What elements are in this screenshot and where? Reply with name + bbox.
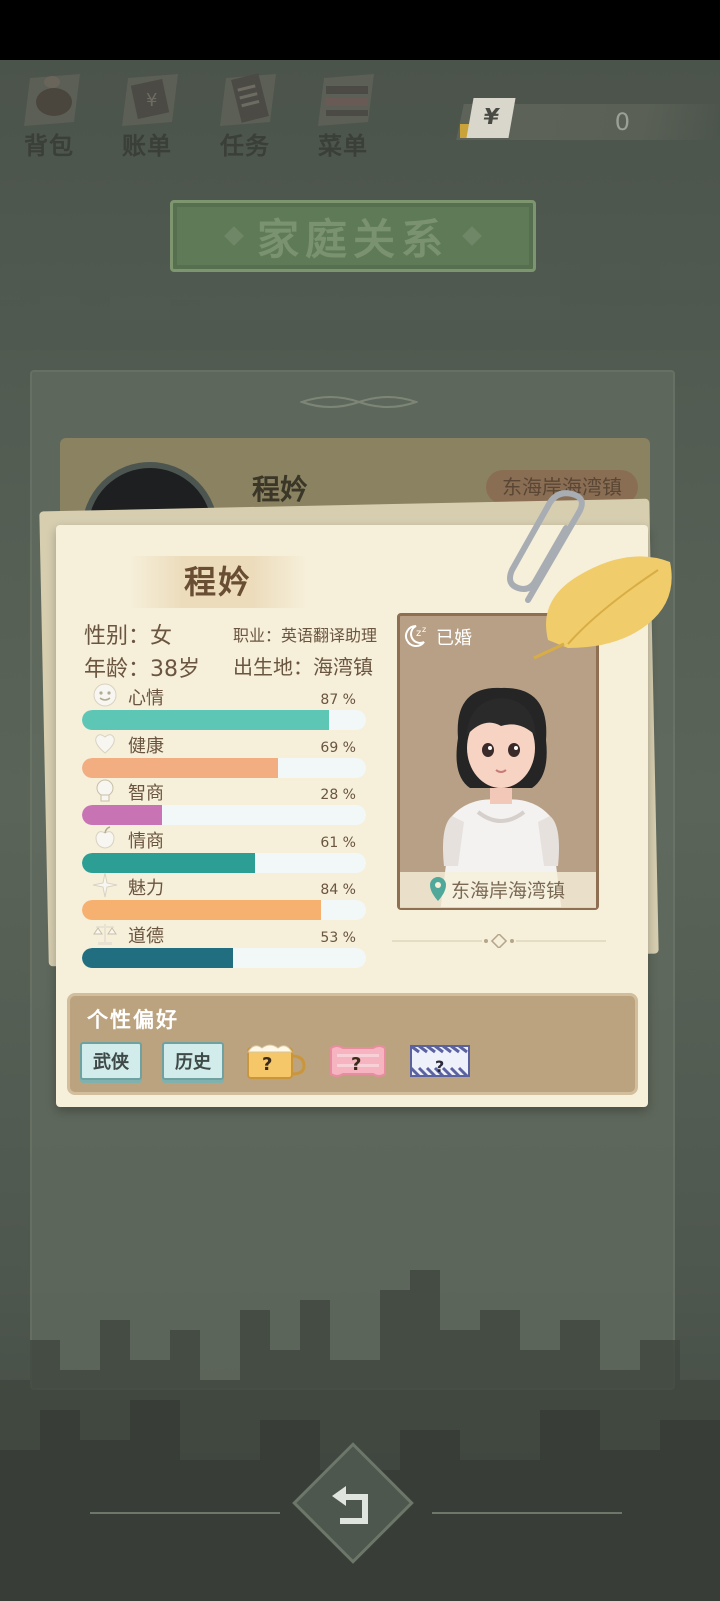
return-arrow-icon (332, 1486, 368, 1524)
decor-line (432, 1512, 622, 1514)
stat-percent: 87 % (320, 692, 356, 708)
money-value: 0 (614, 108, 630, 136)
character-portrait-image (400, 616, 596, 907)
preferences-title: 个性偏好 (87, 1008, 179, 1032)
bag-icon (24, 74, 80, 126)
stat-bar-fill (82, 710, 330, 730)
page-title-banner: 家庭关系 (170, 200, 536, 272)
sleep-zzz-icon: z z (405, 625, 426, 647)
stat-bar-fill (82, 758, 278, 778)
stat-label: 健康 (128, 736, 164, 757)
task-icon (220, 73, 276, 126)
lightbulb-icon (96, 779, 114, 802)
stat-percent: 28 % (320, 787, 356, 803)
divider (392, 934, 606, 948)
stat-label: 魅力 (128, 878, 164, 899)
svg-text:z: z (422, 625, 426, 634)
nav-task[interactable]: 任务 (200, 68, 290, 160)
mystery-label: ? (262, 1054, 273, 1075)
age-text: 年龄：38岁 (84, 657, 200, 682)
preference-mystery-box[interactable]: ? (409, 1042, 471, 1080)
stat-bar-fill (82, 805, 162, 825)
stat-bar (82, 948, 366, 968)
preference-mystery-beer[interactable]: ? (244, 1042, 306, 1080)
nav-bag-label: 背包 (24, 132, 74, 160)
stat-label: 智商 (128, 783, 164, 804)
stat-bar-fill (82, 900, 321, 920)
scale-icon (93, 924, 117, 945)
nav-task-label: 任务 (220, 132, 270, 160)
stat-bar (82, 805, 366, 825)
nav-bill-label: 账单 (122, 132, 172, 160)
stat-label: 情商 (128, 831, 164, 852)
stat-bar-fill (82, 948, 233, 968)
nav-menu-label: 菜单 (318, 132, 368, 160)
birthplace-text: 出生地：海湾镇 (233, 655, 373, 679)
stat-percent: 84 % (320, 882, 356, 898)
preference-tag-history[interactable]: 历史 (162, 1042, 224, 1080)
stat-bar (82, 758, 366, 778)
stat-bar-fill (82, 853, 256, 873)
heart-icon (95, 734, 115, 754)
diamond-icon (462, 226, 482, 246)
svg-text:z: z (416, 628, 421, 639)
profile-name: 程妗 (130, 556, 306, 608)
paperclip-icon (507, 490, 585, 603)
marital-status: 已婚 (436, 628, 472, 649)
nav-menu[interactable]: 菜单 (298, 68, 388, 160)
portrait-location: 东海岸海湾镇 (451, 880, 566, 902)
stat-percent: 69 % (320, 740, 356, 756)
stat-bar (82, 853, 366, 873)
relative-name: 程妗 (252, 473, 309, 506)
stat-bar (82, 900, 366, 920)
decor-line (90, 1512, 280, 1514)
stat-bar (82, 710, 366, 730)
location-pin-icon (430, 877, 446, 901)
mystery-label: ? (435, 1057, 445, 1076)
smiley-icon (93, 683, 117, 707)
apple-icon (95, 826, 115, 849)
diamond-icon (224, 226, 244, 246)
mystery-label: ? (351, 1054, 362, 1075)
bill-icon: ¥ (122, 74, 178, 126)
svg-text:¥: ¥ (146, 90, 157, 111)
stat-label: 道德 (128, 926, 164, 947)
stat-percent: 53 % (320, 930, 356, 946)
status-bar (0, 0, 720, 60)
stat-percent: 61 % (320, 835, 356, 851)
preference-tag-wuxia[interactable]: 武侠 (80, 1042, 142, 1080)
page-title: 家庭关系 (256, 214, 449, 264)
ornament-icon (300, 396, 418, 408)
beer-mug-icon (247, 1044, 306, 1079)
sparkle-icon (92, 872, 118, 898)
nav-bill[interactable]: ¥ 账单 (102, 68, 192, 160)
job-text: 职业：英语翻译助理 (233, 626, 378, 645)
preference-mystery-candy[interactable]: ? (327, 1042, 389, 1080)
gender-text: 性别：女 (84, 624, 173, 649)
nav-bag[interactable]: 背包 (4, 68, 94, 160)
yuan-icon: ¥ (466, 98, 516, 138)
stat-label: 心情 (128, 688, 164, 709)
menu-icon (318, 74, 374, 126)
